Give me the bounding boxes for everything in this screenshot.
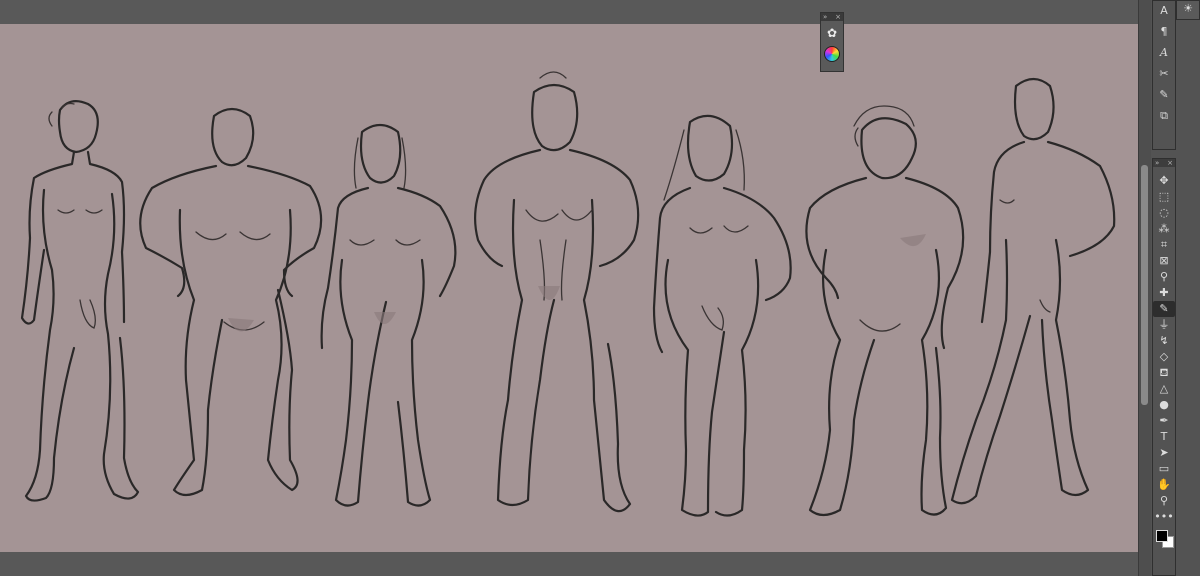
scrollbar-thumb[interactable] <box>1141 165 1148 405</box>
figure-sketch-7 <box>950 77 1116 505</box>
zoom-tool-icon[interactable]: ⚲ <box>1153 493 1175 509</box>
color-wheel-button[interactable] <box>822 45 842 63</box>
glyph-panel-icon[interactable]: A <box>1153 45 1175 61</box>
clone-source-icon[interactable]: ⧉ <box>1153 108 1175 124</box>
figure-sketch-1 <box>20 99 140 502</box>
eyedropper-tool-icon[interactable]: ⚲ <box>1153 269 1175 285</box>
hand-tool-icon[interactable]: ✋ <box>1153 477 1175 493</box>
color-swatches[interactable] <box>1153 527 1175 553</box>
blur-tool-icon[interactable]: △ <box>1153 381 1175 397</box>
collapsed-panels-dock: A ¶ A ✂ ✎ ⧉ <box>1152 0 1176 150</box>
palette-icon: ✿ <box>826 26 838 40</box>
tools-panel: » × ✥ ⬚ ◌ ⁂ ⌗ ⊠ ⚲ ✚ ✎ ⏚ ↯ ◇ ⛾ △ ● ✒ T ➤ ▭… <box>1152 158 1176 576</box>
figure-sketch-2 <box>139 107 323 497</box>
figure-sketch-3 <box>320 123 457 507</box>
vertical-scrollbar[interactable] <box>1138 0 1151 576</box>
lasso-tool-icon[interactable]: ◌ <box>1153 205 1175 221</box>
clone-stamp-tool-icon[interactable]: ⏚ <box>1153 317 1175 333</box>
tool-presets-icon[interactable]: ✂ <box>1153 66 1175 82</box>
figure-sketch-6 <box>805 105 965 517</box>
pen-tool-icon[interactable]: ✒ <box>1153 413 1175 429</box>
magic-wand-tool-icon[interactable]: ⁂ <box>1153 221 1175 237</box>
brush-settings-icon[interactable]: ✎ <box>1153 87 1175 103</box>
marquee-tool-icon[interactable]: ⬚ <box>1153 189 1175 205</box>
history-brush-tool-icon[interactable]: ↯ <box>1153 333 1175 349</box>
crop-tool-icon[interactable]: ⌗ <box>1153 237 1175 253</box>
top-right-dock: ☀ <box>1176 0 1200 20</box>
move-tool-icon[interactable]: ✥ <box>1153 173 1175 189</box>
path-selection-tool-icon[interactable]: ➤ <box>1153 445 1175 461</box>
more-tools-icon[interactable]: ••• <box>1153 509 1175 525</box>
paint-bucket-tool-icon[interactable]: ⛾ <box>1153 365 1175 381</box>
type-tool-icon[interactable]: T <box>1153 429 1175 445</box>
brush-tool-icon[interactable]: ✎ <box>1153 301 1175 317</box>
character-panel-icon[interactable]: A <box>1153 3 1175 19</box>
document-bottom-strip <box>0 552 1140 576</box>
figure-sketch-artwork <box>20 71 1116 517</box>
foreground-color-swatch[interactable] <box>1156 530 1168 542</box>
panel-grip[interactable]: » × <box>821 13 843 21</box>
document-top-strip <box>0 0 1140 24</box>
eraser-tool-icon[interactable]: ◇ <box>1153 349 1175 365</box>
document-canvas[interactable] <box>0 24 1138 552</box>
healing-brush-tool-icon[interactable]: ✚ <box>1153 285 1175 301</box>
figure-sketch-4 <box>473 71 640 513</box>
paragraph-panel-icon[interactable]: ¶ <box>1153 24 1175 40</box>
palette-button[interactable]: ✿ <box>822 24 842 42</box>
dodge-tool-icon[interactable]: ● <box>1153 397 1175 413</box>
frame-tool-icon[interactable]: ⊠ <box>1153 253 1175 269</box>
color-wheel-icon <box>824 46 840 62</box>
rectangle-tool-icon[interactable]: ▭ <box>1153 461 1175 477</box>
sun-brightness-icon[interactable]: ☀ <box>1177 1 1199 17</box>
tools-panel-grip[interactable]: » × <box>1153 159 1175 167</box>
floating-mini-panel[interactable]: » × ✿ <box>820 12 844 72</box>
figure-sketch-5 <box>652 114 792 517</box>
